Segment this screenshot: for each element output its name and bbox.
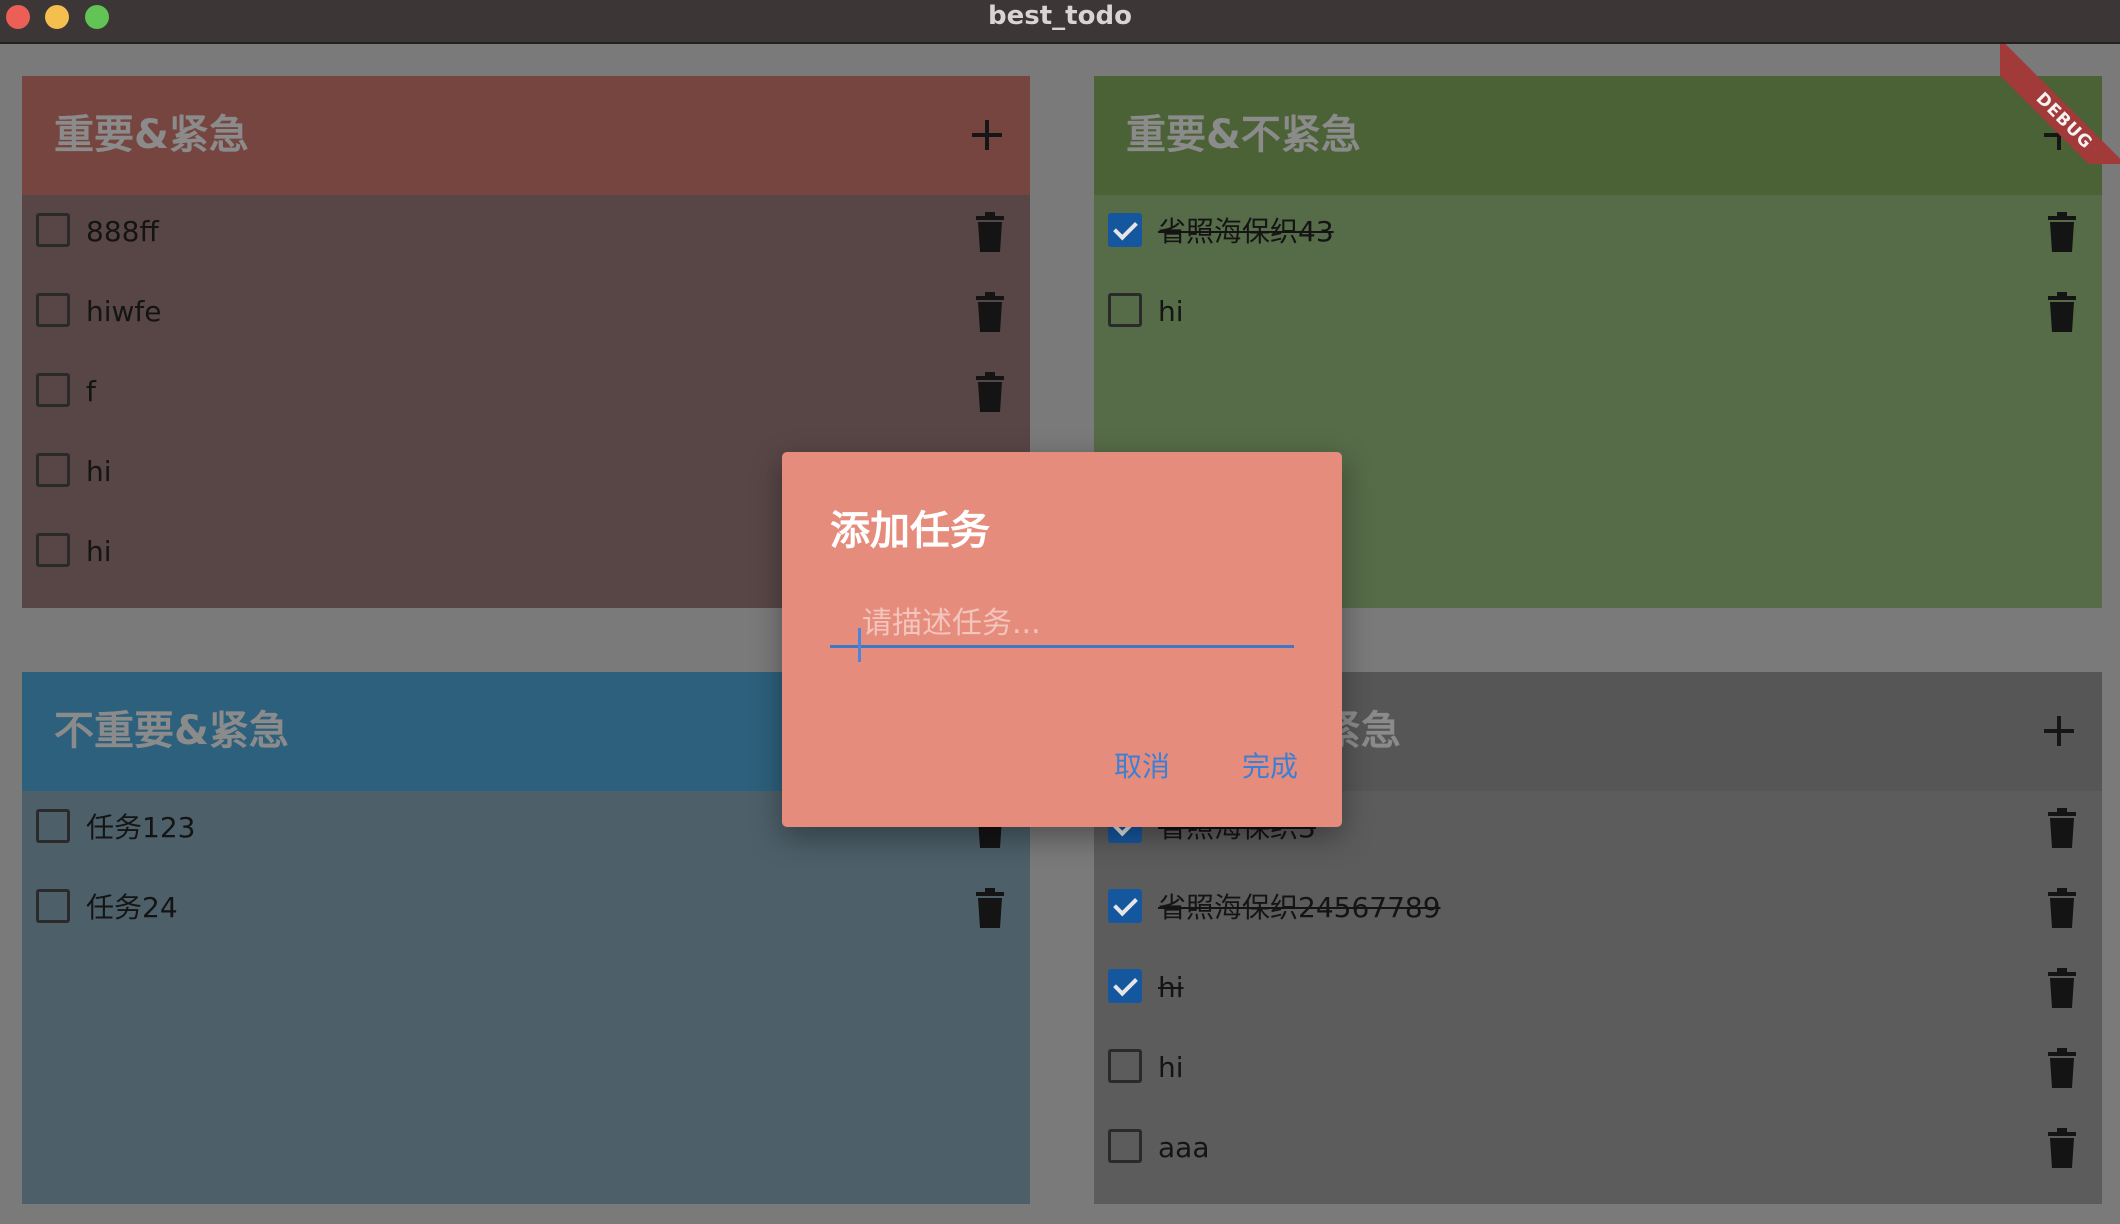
checkbox-icon[interactable] [1108,293,1142,327]
checkbox-checked-icon[interactable] [1108,969,1142,1003]
checkbox-icon[interactable] [36,213,70,247]
task-row: 省照海保织24567789 [1094,871,2102,951]
debug-ribbon: DEBUG [2000,44,2120,164]
task-row: 888ff [22,195,1030,275]
task-text: 888ff [86,215,159,248]
task-text: f [86,375,96,408]
task-row: f [22,355,1030,435]
task-text: hi [1158,295,1184,328]
task-row: aaa [1094,1111,2102,1191]
task-text: hi [86,455,112,488]
trash-icon[interactable] [974,888,1006,928]
task-list: 省照海保织3 省照海保织24567789 hi hi aaa [1094,791,2102,1191]
add-task-plus-icon[interactable] [968,116,1006,154]
quadrant-title: 不重要&紧急 [54,708,289,754]
checkbox-icon[interactable] [36,293,70,327]
task-row: 省照海保织43 [1094,195,2102,275]
trash-icon[interactable] [2046,292,2078,332]
window-title: best_todo [988,1,1132,31]
task-text: 任务123 [86,811,196,844]
task-description-input[interactable] [830,602,1294,648]
trash-icon[interactable] [2046,808,2078,848]
checkbox-icon[interactable] [36,453,70,487]
dialog-title: 添加任务 [830,508,990,554]
checkbox-icon[interactable] [36,533,70,567]
task-text: hi [1158,1051,1184,1084]
task-row: hi [1094,1031,2102,1111]
task-list: 省照海保织43 hi [1094,195,2102,355]
trash-icon[interactable] [2046,1128,2078,1168]
trash-icon[interactable] [2046,888,2078,928]
task-text: 任务24 [86,891,178,924]
trash-icon[interactable] [974,372,1006,412]
task-text: 省照海保织43 [1158,215,1334,248]
trash-icon[interactable] [974,212,1006,252]
window-titlebar: best_todo [0,0,2120,44]
debug-ribbon-container: DEBUG [2000,44,2120,164]
checkbox-icon[interactable] [36,889,70,923]
confirm-button[interactable]: 完成 [1242,750,1298,784]
quadrant-title: 重要&紧急 [54,112,249,158]
task-row: hiwfe [22,275,1030,355]
trash-icon[interactable] [2046,212,2078,252]
checkbox-checked-icon[interactable] [1108,889,1142,923]
task-row: hi [1094,275,2102,355]
add-task-dialog: 添加任务 取消 完成 [782,452,1342,827]
quadrant-header: 重要&不紧急 [1094,76,2102,195]
cancel-button[interactable]: 取消 [1114,750,1170,784]
checkbox-icon[interactable] [1108,1129,1142,1163]
trash-icon[interactable] [2046,968,2078,1008]
task-row: 任务24 [22,871,1030,951]
quadrant-title: 重要&不紧急 [1126,112,1361,158]
trash-icon[interactable] [974,292,1006,332]
task-row: hi [1094,951,2102,1031]
task-text: aaa [1158,1131,1210,1164]
checkbox-icon[interactable] [1108,1049,1142,1083]
checkbox-icon[interactable] [36,809,70,843]
checkbox-icon[interactable] [36,373,70,407]
task-text: 省照海保织24567789 [1158,891,1441,924]
task-text: hi [86,535,112,568]
checkbox-checked-icon[interactable] [1108,213,1142,247]
task-text: hiwfe [86,295,162,328]
quadrant-header: 重要&紧急 [22,76,1030,195]
add-task-plus-icon[interactable] [2040,712,2078,750]
text-caret [858,628,861,662]
task-text: hi [1158,971,1184,1004]
trash-icon[interactable] [2046,1048,2078,1088]
